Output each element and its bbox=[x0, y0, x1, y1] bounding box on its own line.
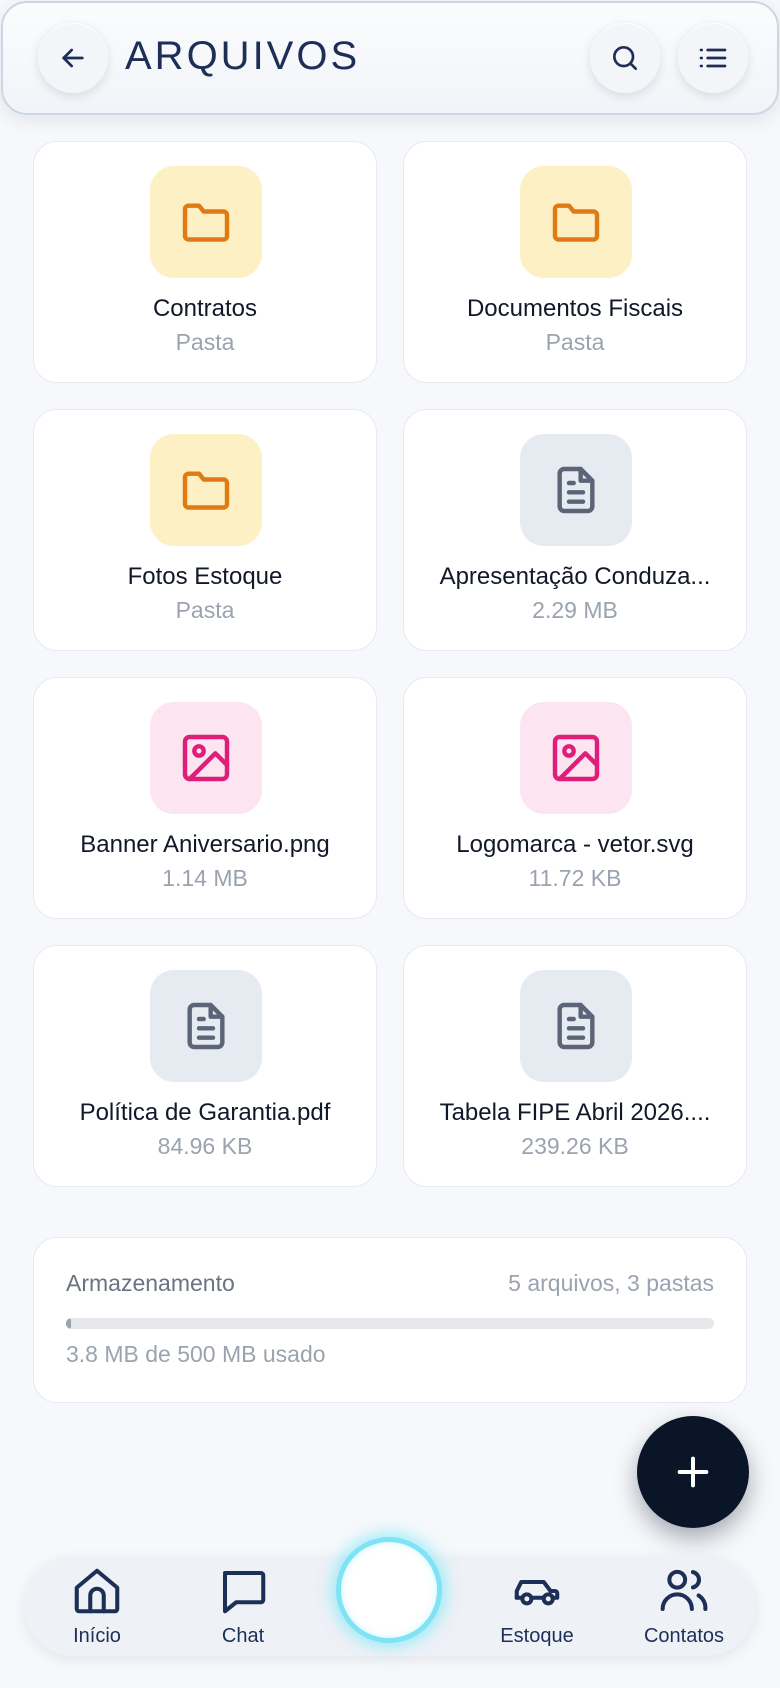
file-name: Banner Aniversario.png bbox=[80, 831, 330, 858]
storage-progress-bar bbox=[66, 1318, 714, 1329]
search-button[interactable] bbox=[590, 23, 660, 93]
file-name: Política de Garantia.pdf bbox=[79, 1099, 331, 1126]
storage-count: 5 arquivos, 3 pastas bbox=[508, 1270, 714, 1296]
file-name: Contratos bbox=[152, 295, 258, 322]
file-name: Fotos Estoque bbox=[127, 563, 283, 590]
nav-label: Chat bbox=[221, 1625, 265, 1647]
folder-icon bbox=[182, 471, 230, 510]
file-card-document[interactable]: Política de Garantia.pdf 84.96 KB bbox=[33, 945, 377, 1187]
image-icon-box bbox=[150, 702, 262, 814]
file-meta: Pasta bbox=[175, 597, 235, 623]
add-file-button[interactable] bbox=[637, 1416, 749, 1528]
folder-icon-box bbox=[520, 166, 632, 278]
document-icon-box bbox=[150, 970, 262, 1082]
back-button[interactable] bbox=[38, 23, 108, 93]
nav-item-estoque[interactable]: Estoque bbox=[477, 1556, 597, 1656]
document-icon-box bbox=[520, 434, 632, 546]
file-card-image[interactable]: Banner Aniversario.png 1.14 MB bbox=[33, 677, 377, 919]
file-grid: Contratos Pasta Documentos Fiscais Pasta… bbox=[33, 141, 747, 1187]
file-name: Tabela FIPE Abril 2026.... bbox=[439, 1099, 711, 1126]
file-meta: 11.72 KB bbox=[528, 865, 622, 891]
file-card-document[interactable]: Apresentação Conduza... 2.29 MB bbox=[403, 409, 747, 651]
file-card-folder[interactable]: Fotos Estoque Pasta bbox=[33, 409, 377, 651]
file-meta: 239.26 KB bbox=[521, 1133, 629, 1159]
document-icon bbox=[557, 1002, 595, 1050]
nav-label: Estoque bbox=[500, 1625, 574, 1647]
storage-card: Armazenamento 5 arquivos, 3 pastas 3.8 M… bbox=[33, 1237, 747, 1403]
image-icon-box bbox=[520, 702, 632, 814]
folder-icon bbox=[552, 203, 600, 242]
file-name: Documentos Fiscais bbox=[466, 295, 684, 322]
search-icon bbox=[613, 46, 637, 70]
page-title: ARQUIVOS bbox=[125, 34, 361, 78]
nav-item-contatos[interactable]: Contatos bbox=[624, 1556, 744, 1656]
document-icon bbox=[187, 1002, 225, 1050]
image-icon bbox=[182, 734, 230, 782]
car-icon bbox=[514, 1579, 560, 1606]
file-card-document[interactable]: Tabela FIPE Abril 2026.... 239.26 KB bbox=[403, 945, 747, 1187]
file-name: Apresentação Conduza... bbox=[439, 563, 711, 590]
storage-used-text: 3.8 MB de 500 MB usado bbox=[66, 1341, 326, 1367]
folder-icon bbox=[182, 203, 230, 242]
file-meta: 2.29 MB bbox=[532, 597, 618, 623]
document-icon-box bbox=[520, 970, 632, 1082]
image-icon bbox=[552, 734, 600, 782]
document-icon bbox=[557, 466, 595, 514]
file-meta: 84.96 KB bbox=[157, 1133, 253, 1159]
assistant-orb-button[interactable] bbox=[336, 1537, 442, 1643]
folder-icon-box bbox=[150, 166, 262, 278]
storage-label: Armazenamento bbox=[66, 1270, 235, 1296]
file-card-folder[interactable]: Contratos Pasta bbox=[33, 141, 377, 383]
arrow-left-icon bbox=[62, 48, 84, 68]
plus-icon bbox=[677, 1456, 709, 1488]
users-icon bbox=[660, 1569, 708, 1612]
view-menu-button[interactable] bbox=[678, 23, 748, 93]
file-name: Logomarca - vetor.svg bbox=[456, 831, 694, 858]
chat-bubble-icon bbox=[222, 1570, 266, 1614]
file-meta: Pasta bbox=[545, 329, 605, 355]
folder-icon-box bbox=[150, 434, 262, 546]
storage-progress-fill bbox=[66, 1318, 71, 1329]
top-app-bar: ARQUIVOS bbox=[1, 1, 779, 115]
home-icon bbox=[74, 1568, 120, 1614]
file-meta: Pasta bbox=[175, 329, 235, 355]
nav-label: Início bbox=[73, 1625, 121, 1647]
nav-item-chat[interactable]: Chat bbox=[183, 1556, 303, 1656]
nav-label: Contatos bbox=[643, 1625, 725, 1647]
file-meta: 1.14 MB bbox=[162, 865, 248, 891]
list-icon bbox=[699, 48, 727, 68]
file-card-folder[interactable]: Documentos Fiscais Pasta bbox=[403, 141, 747, 383]
nav-item-inicio[interactable]: Início bbox=[37, 1556, 157, 1656]
file-card-image[interactable]: Logomarca - vetor.svg 11.72 KB bbox=[403, 677, 747, 919]
